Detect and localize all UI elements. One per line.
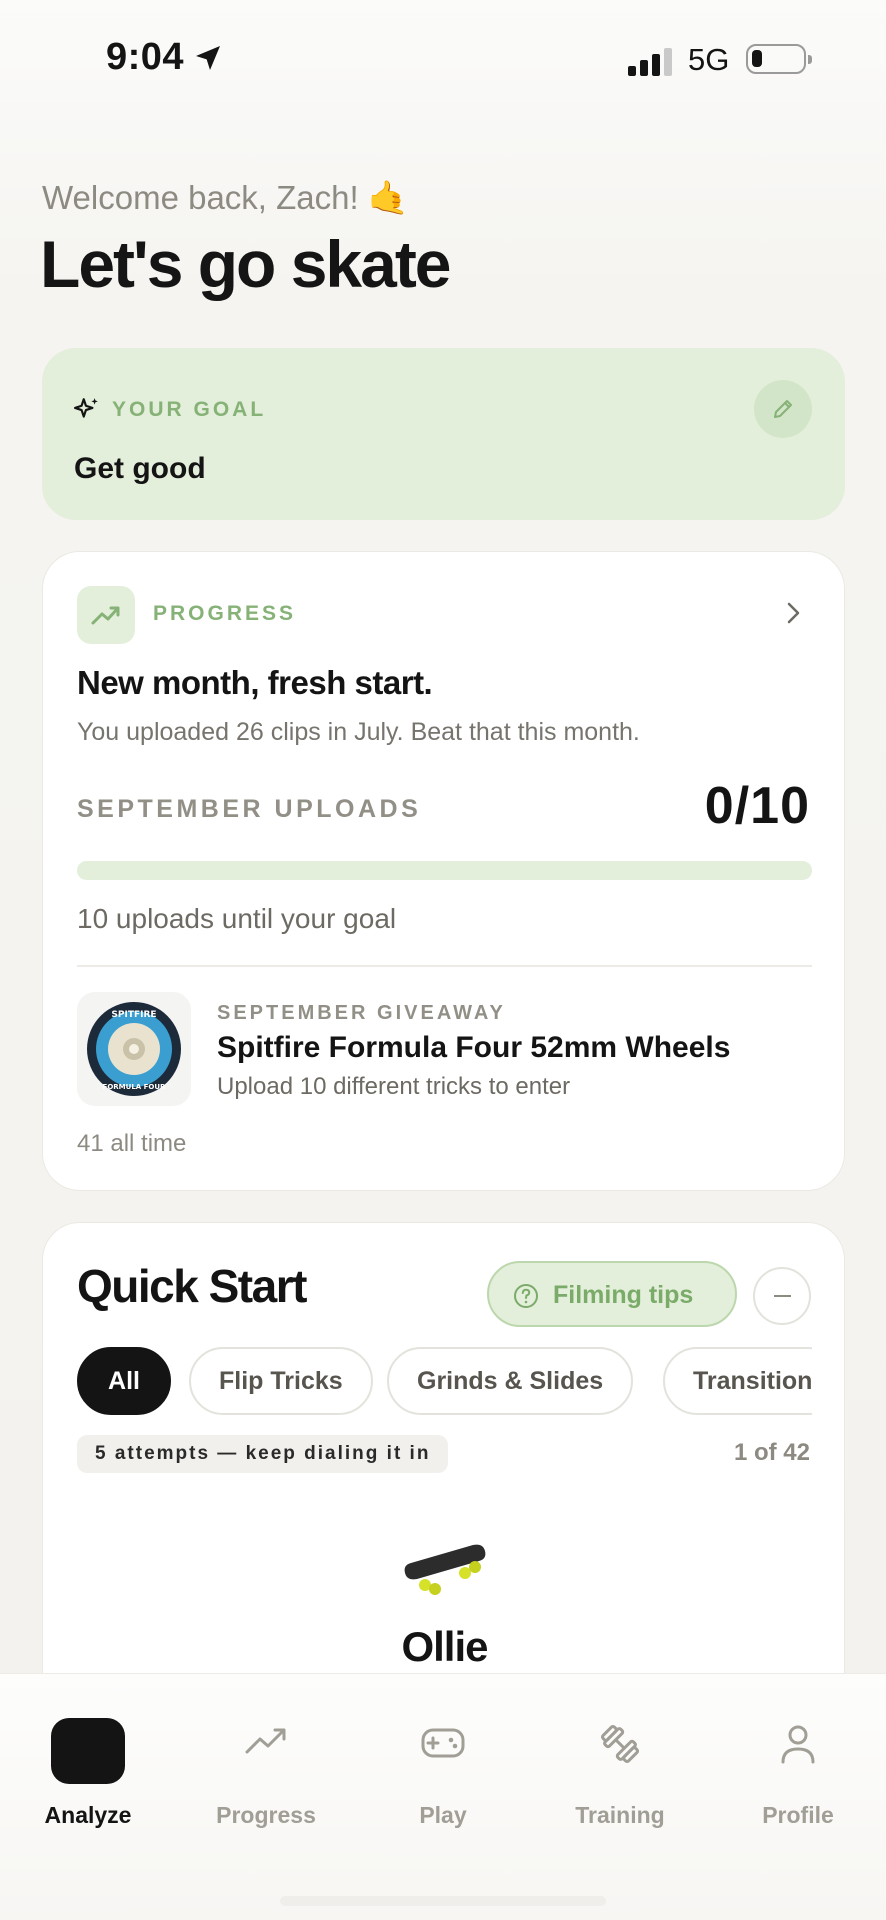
status-bar: 9:04 5G xyxy=(0,0,886,120)
uploads-until-goal: 10 uploads until your goal xyxy=(77,903,397,934)
tab-bar: Analyze Progress Play Training Profile xyxy=(0,1673,886,1920)
tab-profile[interactable]: Profile xyxy=(718,1722,878,1842)
pencil-icon xyxy=(774,400,792,418)
filter-chip-flip-tricks[interactable]: Flip Tricks xyxy=(189,1347,373,1415)
tab-label: Play xyxy=(419,1802,467,1828)
status-time: 9:04 xyxy=(106,36,185,78)
upload-progress-bar xyxy=(77,861,812,880)
tab-label: Profile xyxy=(762,1802,834,1828)
sparkle-icon xyxy=(74,398,98,418)
shaka-emoji-icon: 🤙 xyxy=(367,178,409,217)
monthly-uploads-label: SEPTEMBER UPLOADS xyxy=(77,795,422,823)
collapse-button[interactable] xyxy=(753,1267,811,1325)
cellular-signal-icon xyxy=(628,46,674,76)
dumbbell-icon xyxy=(600,1724,640,1764)
giveaway-title: Spitfire Formula Four 52mm Wheels xyxy=(217,1031,731,1064)
analyze-icon xyxy=(51,1718,125,1784)
trend-icon xyxy=(245,1728,286,1754)
filter-chip-transition[interactable]: Transition xyxy=(663,1347,812,1415)
progress-subtitle: You uploaded 26 clips in July. Beat that… xyxy=(77,718,640,746)
tab-label: Training xyxy=(575,1802,665,1828)
tab-label: Progress xyxy=(216,1802,316,1828)
network-type: 5G xyxy=(688,42,730,77)
svg-text:FORMULA FOUR: FORMULA FOUR xyxy=(103,1083,167,1091)
edit-goal-button[interactable] xyxy=(754,380,812,438)
progress-title: New month, fresh start. xyxy=(77,664,433,701)
welcome-message: Welcome back, Zach! xyxy=(42,179,359,216)
giveaway-subtitle: Upload 10 different tricks to enter xyxy=(217,1073,571,1100)
help-circle-icon xyxy=(514,1284,538,1308)
skateboard-icon xyxy=(404,1544,486,1595)
filming-tips-button[interactable]: Filming tips xyxy=(487,1261,737,1327)
gamepad-icon xyxy=(421,1728,465,1758)
home-indicator xyxy=(280,1896,606,1906)
svg-text:SPITFIRE: SPITFIRE xyxy=(111,1010,156,1020)
quick-start-title: Quick Start xyxy=(77,1260,307,1312)
progress-label: PROGRESS xyxy=(153,602,297,625)
tab-analyze[interactable]: Analyze xyxy=(8,1718,168,1842)
goal-label: YOUR GOAL xyxy=(112,398,267,421)
home-screen: 9:04 5G Welcome back, Zach! 🤙 Let's go s… xyxy=(0,0,886,1920)
divider xyxy=(77,965,812,967)
tab-training[interactable]: Training xyxy=(540,1722,700,1842)
chevron-right-icon[interactable] xyxy=(783,598,805,628)
giveaway-label: SEPTEMBER GIVEAWAY xyxy=(217,1002,506,1024)
battery-icon xyxy=(746,44,812,74)
trick-name: Ollie xyxy=(401,1623,488,1670)
filter-chip-grinds-slides[interactable]: Grinds & Slides xyxy=(387,1347,634,1415)
giveaway-wheel-image: SPITFIRE FORMULA FOUR xyxy=(77,992,191,1106)
progress-card[interactable]: PROGRESS New month, fresh start. You upl… xyxy=(42,551,845,1191)
goal-card[interactable]: YOUR GOAL Get good xyxy=(42,348,845,520)
trick-filter-chips: All Flip Tricks Grinds & Slides Transiti… xyxy=(77,1347,812,1417)
all-time-count: 41 all time xyxy=(77,1130,187,1157)
tab-label: Analyze xyxy=(44,1802,132,1828)
person-icon xyxy=(781,1725,815,1764)
trend-up-icon xyxy=(77,586,135,644)
location-arrow-icon xyxy=(196,46,220,70)
filming-tips-label: Filming tips xyxy=(553,1281,694,1309)
welcome-text: Welcome back, Zach! 🤙 xyxy=(42,178,409,218)
attempts-badge: 5 attempts — keep dialing it in xyxy=(77,1435,449,1473)
page-title: Let's go skate xyxy=(40,227,452,301)
filter-chip-all[interactable]: All xyxy=(77,1347,171,1415)
upload-count: 0/10 xyxy=(704,777,810,835)
tab-progress[interactable]: Progress xyxy=(186,1722,346,1842)
tab-play[interactable]: Play xyxy=(363,1722,523,1842)
trick-pager: 1 of 42 xyxy=(733,1439,810,1466)
goal-value: Get good xyxy=(74,452,206,485)
